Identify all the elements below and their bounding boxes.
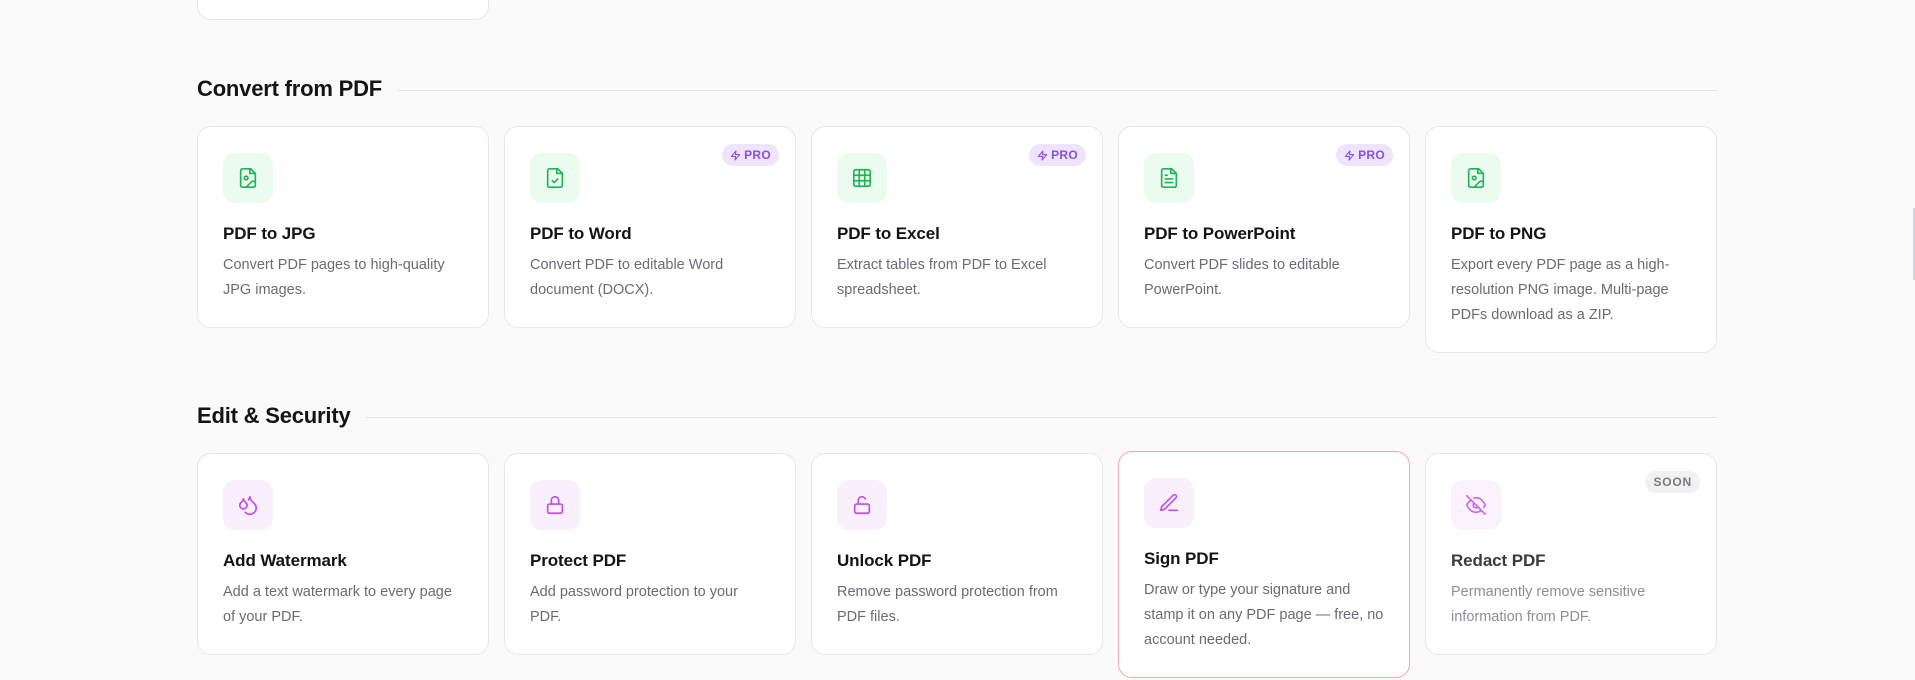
tool-description: Add password protection to your PDF. — [530, 584, 738, 625]
badge-label: PRO — [1051, 148, 1078, 162]
lock-open-icon — [853, 495, 871, 515]
pro-badge: PRO — [1029, 144, 1086, 166]
tool-card-pdf-to-jpg[interactable]: PDF to JPG Convert PDF pages to high-qua… — [197, 126, 489, 328]
tool-icon-tile — [837, 480, 887, 530]
tool-description: Draw or type your signature and stamp it… — [1144, 582, 1384, 648]
badge-label: PRO — [1358, 148, 1385, 162]
file-image-icon — [1467, 168, 1485, 188]
tool-card-pdf-to-png[interactable]: PDF to PNG Export every PDF page as a hi… — [1425, 126, 1717, 353]
droplets-icon — [238, 495, 258, 515]
tool-title: Sign PDF — [1144, 549, 1219, 568]
tool-icon-tile — [1451, 480, 1501, 530]
tool-icon-tile — [223, 480, 273, 530]
section-title: Edit & Security — [197, 403, 351, 428]
tool-icon-tile — [837, 153, 887, 203]
zap-icon — [1037, 149, 1048, 161]
tool-card-pdf-to-excel[interactable]: PRO PDF to Excel Extract tables from PDF… — [811, 126, 1103, 328]
tool-title: PDF to Excel — [837, 224, 940, 243]
previous-tool-card[interactable] — [197, 0, 489, 20]
section-divider — [366, 416, 1717, 418]
section-header-convert: Convert from PDF — [197, 76, 1717, 102]
tool-title: Unlock PDF — [837, 551, 932, 570]
tool-title: PDF to JPG — [223, 224, 316, 243]
tool-title: Add Watermark — [223, 551, 347, 570]
tool-card-add-watermark[interactable]: Add Watermark Add a text watermark to ev… — [197, 453, 489, 655]
tool-icon-tile — [530, 480, 580, 530]
tool-title: Protect PDF — [530, 551, 627, 570]
section-header-edit-security: Edit & Security — [197, 403, 1717, 429]
soon-badge: SOON — [1645, 471, 1700, 493]
tool-description: Convert PDF to editable Word document (D… — [530, 257, 724, 298]
tool-card-unlock-pdf[interactable]: Unlock PDF Remove password protection fr… — [811, 453, 1103, 655]
pro-badge: PRO — [722, 144, 779, 166]
tool-description: Remove password protection from PDF file… — [837, 584, 1058, 625]
tool-description: Add a text watermark to every page of yo… — [223, 584, 452, 625]
tool-description: Extract tables from PDF to Excel spreads… — [837, 257, 1047, 298]
section-divider — [398, 89, 1717, 91]
tool-title: PDF to PowerPoint — [1144, 224, 1296, 243]
convert-tools-grid: PDF to JPG Convert PDF pages to high-qua… — [197, 126, 1717, 353]
file-text-icon — [1160, 168, 1178, 188]
tool-description: Permanently remove sensitive information… — [1451, 584, 1646, 625]
lock-icon — [546, 495, 564, 515]
badge-label: PRO — [744, 148, 771, 162]
eye-off-icon — [1466, 495, 1486, 515]
tool-icon-tile — [223, 153, 273, 203]
tool-icon-tile — [1144, 478, 1194, 528]
tool-description: Export every PDF page as a high-resoluti… — [1451, 257, 1670, 323]
badge-label: SOON — [1653, 475, 1692, 489]
file-check-icon — [546, 168, 564, 188]
tool-title: Redact PDF — [1451, 551, 1546, 570]
tool-card-sign-pdf[interactable]: Sign PDF Draw or type your signature and… — [1118, 451, 1410, 678]
section-title: Convert from PDF — [197, 76, 383, 101]
table-icon — [852, 168, 872, 188]
tool-card-pdf-to-powerpoint[interactable]: PRO PDF to PowerPoint Convert PDF slides… — [1118, 126, 1410, 328]
file-image-icon — [239, 168, 257, 188]
tool-icon-tile — [1144, 153, 1194, 203]
tool-card-protect-pdf[interactable]: Protect PDF Add password protection to y… — [504, 453, 796, 655]
edit-security-tools-grid: Add Watermark Add a text watermark to ev… — [197, 451, 1717, 678]
pro-badge: PRO — [1336, 144, 1393, 166]
tool-description: Convert PDF slides to editable PowerPoin… — [1144, 257, 1340, 298]
tool-title: PDF to PNG — [1451, 224, 1547, 243]
tool-icon-tile — [1451, 153, 1501, 203]
tool-card-redact-pdf[interactable]: SOON Redact PDF Permanently remove sensi… — [1425, 453, 1717, 655]
zap-icon — [730, 149, 741, 161]
tool-title: PDF to Word — [530, 224, 632, 243]
tool-card-pdf-to-word[interactable]: PRO PDF to Word Convert PDF to editable … — [504, 126, 796, 328]
tool-description: Convert PDF pages to high-quality JPG im… — [223, 257, 445, 298]
pen-line-icon — [1159, 493, 1179, 512]
zap-icon — [1344, 149, 1355, 161]
tool-icon-tile — [530, 153, 580, 203]
